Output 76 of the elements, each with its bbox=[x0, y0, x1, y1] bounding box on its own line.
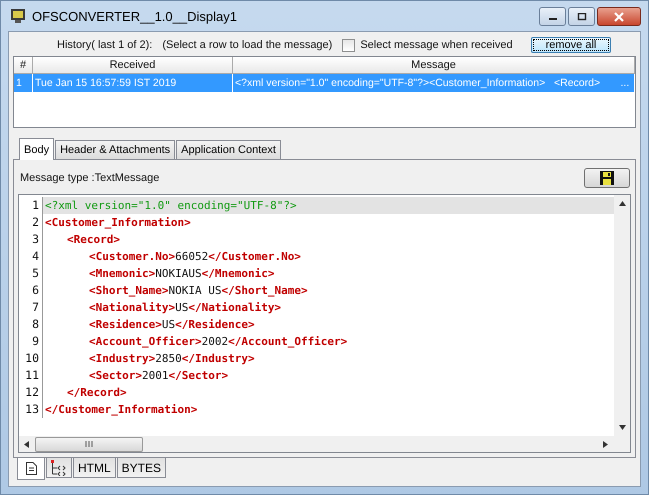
element-value: 2002 bbox=[202, 335, 228, 348]
line-number: 3 bbox=[19, 231, 43, 248]
xml-tag: <Customer.No> bbox=[89, 250, 176, 263]
line-number: 12 bbox=[19, 384, 43, 401]
column-header[interactable]: Message bbox=[233, 57, 635, 74]
column-header[interactable]: Received bbox=[33, 57, 233, 74]
xml-tag: <Sector> bbox=[89, 369, 142, 382]
element-value: US bbox=[162, 318, 176, 331]
xml-tag: </Industry> bbox=[182, 352, 255, 365]
history-label: History( last 1 of 2): bbox=[57, 39, 152, 51]
tab[interactable]: Application Context bbox=[176, 140, 281, 159]
line-number: 10 bbox=[19, 350, 43, 367]
xml-tag: <Record> bbox=[67, 233, 120, 246]
tree-icon bbox=[51, 460, 67, 476]
element-value: NOKIAUS bbox=[155, 267, 202, 280]
line-number: 8 bbox=[19, 316, 43, 333]
xml-tag: </Sector> bbox=[168, 369, 228, 382]
tab[interactable]: Header & Attachments bbox=[55, 140, 176, 159]
line-number: 5 bbox=[19, 265, 43, 282]
xml-tag: <Customer_Information> bbox=[45, 216, 191, 229]
xml-tag: </Customer.No> bbox=[208, 250, 301, 263]
line-number: 7 bbox=[19, 299, 43, 316]
xml-tag: </Mnemonic> bbox=[202, 267, 274, 280]
xml-tag: <Industry> bbox=[89, 352, 156, 365]
code-editor[interactable] bbox=[18, 194, 631, 453]
document-icon bbox=[26, 462, 36, 475]
view-tab[interactable] bbox=[46, 458, 72, 478]
window-title: OFSCONVERTER__1.0__Display1 bbox=[32, 8, 237, 24]
line-number: 9 bbox=[19, 333, 43, 350]
element-value: US bbox=[175, 301, 188, 314]
scroll-left-icon[interactable] bbox=[24, 440, 29, 448]
xml-tag: <Short_Name> bbox=[89, 284, 168, 297]
xml-tag: </Record> bbox=[67, 386, 127, 399]
element-value: 2850 bbox=[155, 352, 182, 365]
view-tab[interactable]: HTML bbox=[73, 458, 116, 478]
xml-tag: <Account_Officer> bbox=[89, 335, 202, 348]
line-number: 11 bbox=[19, 367, 43, 384]
close-icon bbox=[613, 12, 625, 22]
remove-all-button[interactable]: remove all bbox=[530, 37, 612, 53]
element-value: 66052 bbox=[175, 250, 208, 263]
xml-tag: </Customer_Information> bbox=[45, 403, 198, 416]
tab[interactable]: Body bbox=[19, 138, 54, 160]
maximize-icon bbox=[576, 12, 586, 20]
xml-tag: </Residence> bbox=[175, 318, 255, 331]
message-type-label: Message type :TextMessage bbox=[20, 172, 160, 184]
table-cell: <?xml version="1.0" encoding="UTF-8"?><Customer_Information> <Record> ... bbox=[233, 74, 635, 92]
history-hint: (Select a row to load the message) bbox=[162, 39, 332, 51]
line-number: 13 bbox=[19, 401, 43, 418]
line-number: 4 bbox=[19, 248, 43, 265]
scroll-up-icon[interactable] bbox=[618, 201, 626, 206]
close-button[interactable] bbox=[597, 7, 641, 26]
save-button[interactable] bbox=[584, 168, 630, 188]
column-header[interactable]: # bbox=[14, 57, 33, 74]
element-value: 2001 bbox=[142, 369, 168, 382]
xml-tag: </Nationality> bbox=[188, 301, 282, 314]
xml-tag: <Mnemonic> bbox=[89, 267, 156, 280]
checkbox-label[interactable]: Select message when received bbox=[360, 39, 513, 51]
table-cell: 1 bbox=[14, 74, 33, 92]
scroll-right-icon[interactable] bbox=[603, 440, 608, 448]
xml-tag: </Short_Name> bbox=[221, 284, 308, 297]
grip-icon bbox=[85, 441, 93, 447]
vertical-scrollbar[interactable] bbox=[614, 195, 630, 436]
scroll-down-icon[interactable] bbox=[618, 425, 626, 430]
view-tab[interactable] bbox=[17, 458, 45, 480]
maximize-button[interactable] bbox=[568, 7, 595, 26]
line-number: 2 bbox=[19, 214, 43, 231]
view-tab[interactable]: BYTES bbox=[116, 458, 166, 478]
app-icon bbox=[10, 8, 26, 24]
xml-tag: <Nationality> bbox=[89, 301, 176, 314]
element-value: NOKIA US bbox=[168, 284, 222, 297]
line-number: 6 bbox=[19, 282, 43, 299]
xml-tag: <Residence> bbox=[89, 318, 162, 331]
minimize-button[interactable] bbox=[539, 7, 566, 26]
xml-tag: </Account_Officer> bbox=[228, 335, 348, 348]
table-cell: Tue Jan 15 16:57:59 IST 2019 bbox=[33, 74, 233, 92]
checkbox[interactable] bbox=[342, 38, 356, 52]
